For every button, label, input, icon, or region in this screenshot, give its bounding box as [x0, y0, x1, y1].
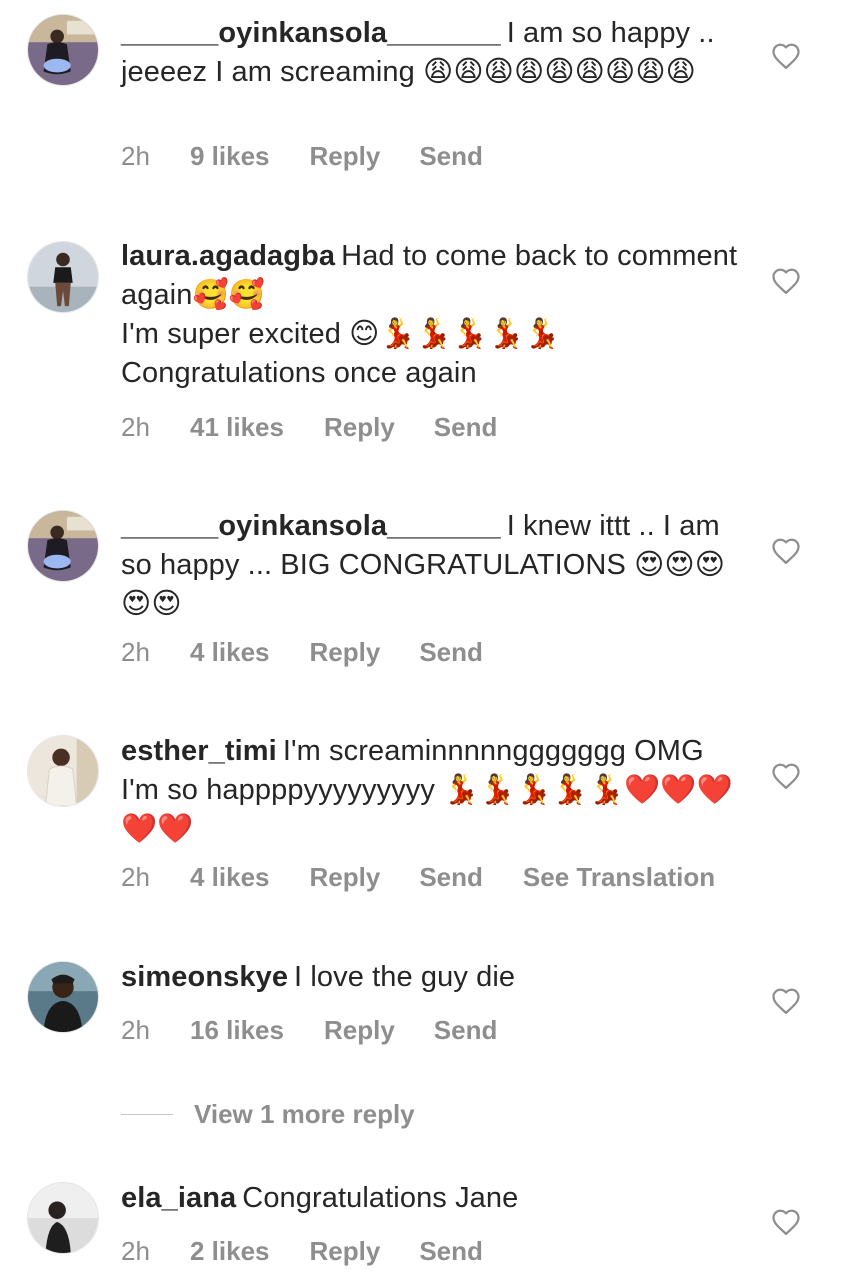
comment-text: I love the guy die — [294, 961, 516, 993]
reply-button[interactable]: Reply — [324, 1015, 395, 1046]
comment-time: 2h — [121, 636, 150, 667]
comment-time: 2h — [121, 1014, 150, 1045]
heart-outline-icon[interactable] — [771, 42, 801, 70]
divider-line — [121, 1113, 173, 1115]
comment-time: 2h — [121, 140, 150, 171]
likes-count[interactable]: 9 likes — [190, 141, 270, 172]
comment-meta: 2h 41 likes Reply Send — [121, 410, 537, 444]
reply-button[interactable]: Reply — [310, 637, 381, 668]
avatar[interactable] — [27, 510, 99, 582]
send-button[interactable]: Send — [434, 1015, 498, 1046]
avatar[interactable] — [27, 14, 99, 86]
comment-time: 2h — [121, 861, 150, 892]
comment-body: ______oyinkansola_______ I am so happy ..… — [121, 14, 746, 92]
likes-count[interactable]: 41 likes — [190, 412, 284, 443]
heart-outline-icon[interactable] — [771, 537, 801, 565]
reply-button[interactable]: Reply — [310, 862, 381, 893]
comment-text: Congratulations Jane — [242, 1182, 519, 1214]
avatar-image — [28, 962, 98, 1032]
comment-username[interactable]: ela_iana — [121, 1182, 236, 1214]
comment-body: ela_iana Congratulations Jane — [121, 1179, 746, 1218]
avatar[interactable] — [27, 1182, 99, 1254]
comment-username[interactable]: esther_timi — [121, 735, 277, 767]
comment-body: ______oyinkansola_______ I knew ittt .. I… — [121, 507, 746, 624]
see-translation-button[interactable]: See Translation — [523, 862, 715, 893]
comment-meta: 2h 9 likes Reply Send — [121, 139, 523, 173]
send-button[interactable]: Send — [419, 637, 483, 668]
avatar-image — [28, 736, 98, 806]
likes-count[interactable]: 16 likes — [190, 1015, 284, 1046]
comment-meta: 2h 16 likes Reply Send — [121, 1013, 537, 1047]
heart-outline-icon[interactable] — [771, 267, 801, 295]
avatar-image — [28, 1183, 98, 1253]
avatar[interactable] — [27, 961, 99, 1033]
avatar[interactable] — [27, 735, 99, 807]
reply-button[interactable]: Reply — [310, 141, 381, 172]
comment-body: laura.agadagba Had to come back to commen… — [121, 237, 746, 393]
reply-button[interactable]: Reply — [324, 412, 395, 443]
comment-time: 2h — [121, 411, 150, 442]
comment-body: esther_timi I'm screaminnnnnggggggg OMG I… — [121, 732, 746, 849]
view-more-replies[interactable]: View 1 more reply — [121, 1094, 415, 1134]
comment-meta: 2h 4 likes Reply Send — [121, 635, 523, 669]
send-button[interactable]: Send — [419, 141, 483, 172]
comment-username[interactable]: simeonskye — [121, 961, 288, 993]
send-button[interactable]: Send — [434, 412, 498, 443]
send-button[interactable]: Send — [419, 1236, 483, 1267]
comment-time: 2h — [121, 1235, 150, 1266]
comment-username[interactable]: ______oyinkansola_______ — [121, 510, 501, 542]
send-button[interactable]: Send — [419, 862, 483, 893]
reply-button[interactable]: Reply — [310, 1236, 381, 1267]
likes-count[interactable]: 4 likes — [190, 637, 270, 668]
heart-outline-icon[interactable] — [771, 762, 801, 790]
heart-outline-icon[interactable] — [771, 987, 801, 1015]
avatar-image — [28, 242, 98, 312]
avatar-image — [28, 511, 98, 581]
avatar[interactable] — [27, 241, 99, 313]
comment-username[interactable]: ______oyinkansola_______ — [121, 17, 501, 49]
comment-meta: 2h 4 likes Reply Send See Translation — [121, 860, 715, 894]
likes-count[interactable]: 2 likes — [190, 1236, 270, 1267]
view-more-replies-label[interactable]: View 1 more reply — [194, 1099, 415, 1130]
likes-count[interactable]: 4 likes — [190, 862, 270, 893]
avatar-image — [28, 15, 98, 85]
comment-username[interactable]: laura.agadagba — [121, 240, 335, 272]
comment-meta: 2h 2 likes Reply Send — [121, 1234, 523, 1268]
comment-body: simeonskye I love the guy die — [121, 958, 746, 997]
heart-outline-icon[interactable] — [771, 1208, 801, 1236]
